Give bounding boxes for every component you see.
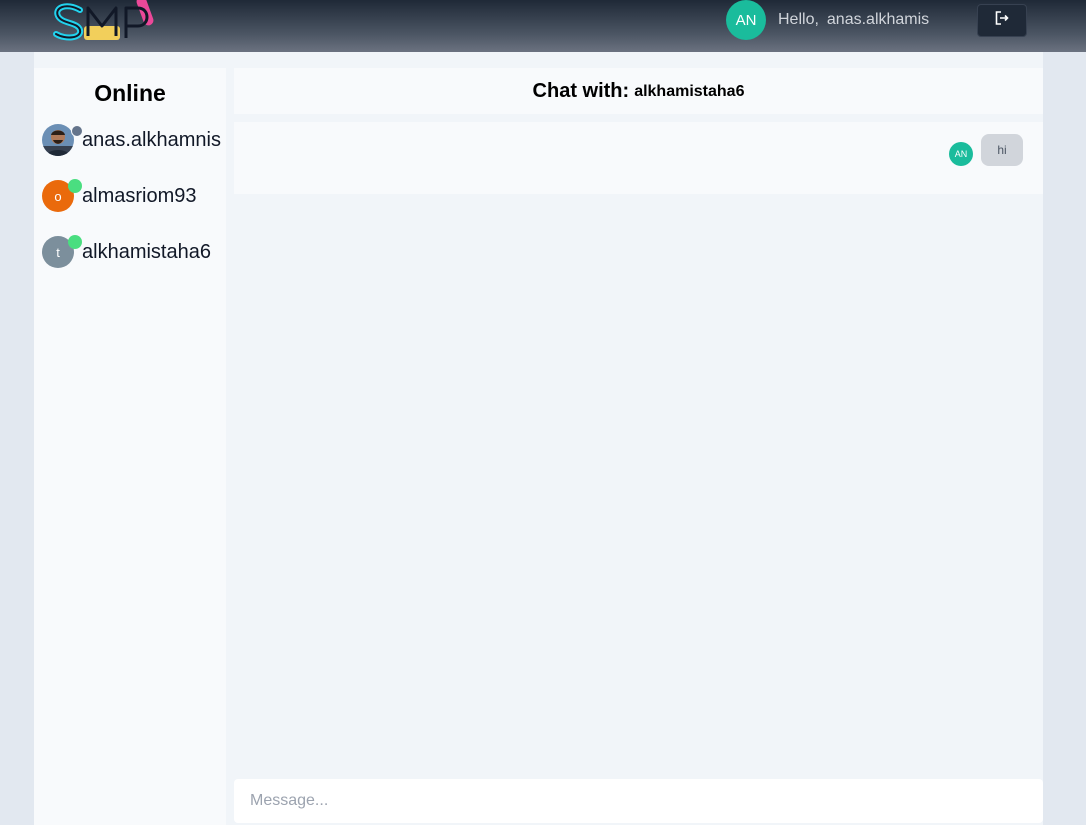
user-photo-avatar: [42, 124, 74, 156]
user-avatar-initials: AN: [735, 11, 757, 29]
chat-partner-name: alkhamistaha6: [634, 83, 745, 100]
main-container: Online anas.alkhamnis o almasriom93 t al…: [34, 52, 1043, 825]
user-avatar[interactable]: AN: [726, 0, 766, 40]
avatar-letter: o: [54, 188, 62, 204]
message-input[interactable]: [234, 779, 1043, 823]
online-user-name: alkhamistaha6: [82, 241, 211, 263]
chat-header: Chat with: alkhamistaha6: [234, 68, 1043, 114]
logout-icon: [995, 11, 1009, 30]
online-user-item[interactable]: anas.alkhamnis: [42, 124, 226, 158]
online-user-name: anas.alkhamnis: [82, 129, 221, 151]
sidebar-title: Online: [94, 80, 166, 106]
chat-header-label: Chat with:: [532, 79, 630, 102]
top-navbar: AN Hello, anas.alkhamis: [0, 0, 1086, 52]
message-text: hi: [997, 143, 1007, 157]
avatar-letter: t: [56, 244, 60, 260]
logout-button[interactable]: [977, 4, 1027, 37]
message-sender-avatar: AN: [949, 142, 973, 166]
app-logo[interactable]: [52, 0, 156, 42]
message-sender-initials: AN: [954, 149, 968, 159]
messages-container: AN hi: [234, 122, 1043, 194]
greeting-label: Hello,: [778, 11, 819, 28]
online-users-sidebar: Online anas.alkhamnis o almasriom93 t al…: [34, 68, 226, 825]
status-online-indicator: [68, 179, 82, 193]
online-user-item[interactable]: t alkhamistaha6: [42, 235, 226, 270]
greeting: Hello, anas.alkhamis: [778, 11, 929, 29]
current-username: anas.alkhamis: [826, 11, 930, 28]
message-bubble: hi: [981, 134, 1023, 166]
online-user-item[interactable]: o almasriom93: [42, 179, 226, 214]
status-online-indicator: [68, 235, 82, 249]
online-user-name: almasriom93: [82, 185, 197, 207]
